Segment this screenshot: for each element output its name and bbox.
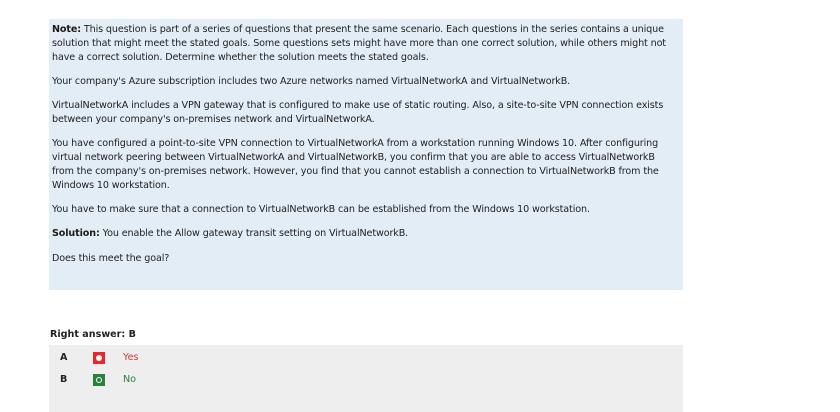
option-b-text: No: [123, 374, 137, 385]
solution-text: You enable the Allow gateway transit set…: [99, 228, 409, 240]
note-paragraph: Note: This question is part of a series …: [52, 23, 677, 64]
question-panel: Note: This question is part of a series …: [49, 19, 683, 290]
note-text: This question is part of a series of que…: [52, 24, 666, 63]
incorrect-radio-icon[interactable]: [93, 352, 105, 364]
question-prompt: Does this meet the goal?: [52, 252, 170, 264]
option-a-text: Yes: [123, 352, 139, 363]
solution-label: Solution:: [52, 228, 100, 240]
goal-paragraph: You have to make sure that a connection …: [52, 203, 590, 215]
scenario-paragraph-3: You have configured a point-to-site VPN …: [52, 138, 659, 191]
solution-paragraph: Solution: You enable the Allow gateway t…: [52, 227, 677, 241]
note-label: Note:: [52, 24, 81, 35]
right-answer-label: Right answer: B: [50, 329, 136, 340]
scenario-paragraph-1: Your company's Azure subscription includ…: [52, 75, 571, 87]
correct-radio-icon[interactable]: [93, 374, 105, 386]
scenario-paragraph-2: VirtualNetworkA includes a VPN gateway t…: [52, 100, 664, 125]
option-a-letter: A: [60, 352, 68, 363]
option-b-letter: B: [60, 374, 68, 385]
option-b[interactable]: B No: [49, 372, 349, 388]
option-a[interactable]: A Yes: [49, 350, 349, 366]
answer-options: A Yes B No: [49, 345, 683, 412]
